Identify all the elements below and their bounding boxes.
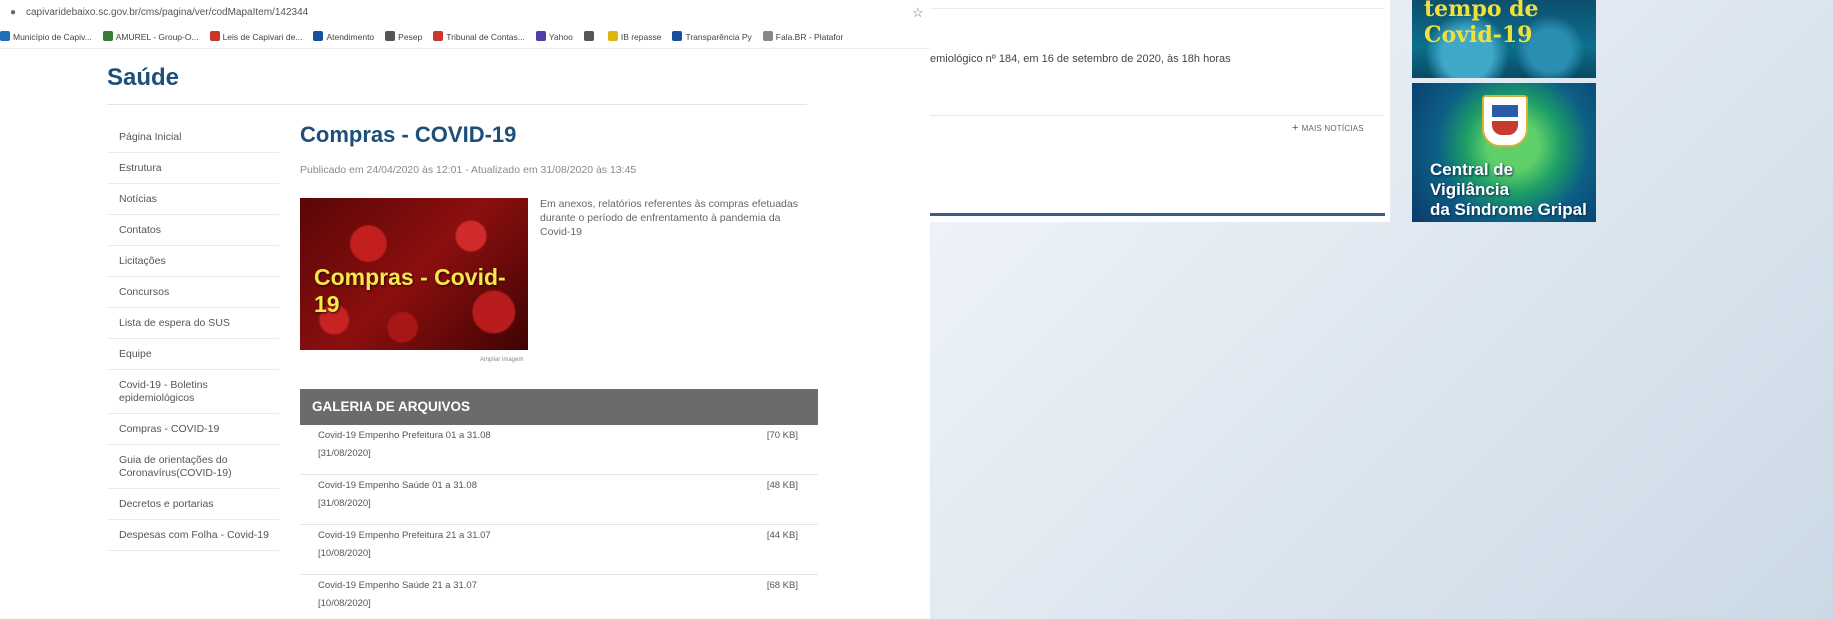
- banner-line-1: Central de Vigilância: [1430, 160, 1514, 199]
- bookmark-label: Município de Capiv...: [13, 32, 92, 42]
- bookmark-favicon-icon: [433, 31, 444, 41]
- sidebar-item-despesas[interactable]: Despesas com Folha - Covid-19: [107, 520, 279, 551]
- bookmark-favicon-icon: [762, 31, 773, 41]
- divider: [930, 115, 1385, 116]
- file-link[interactable]: Covid-19 Empenho Saúde 21 a 31.07: [318, 580, 477, 591]
- file-date: [10/08/2020]: [318, 598, 371, 609]
- page-title: Compras - COVID-19: [300, 122, 517, 147]
- health-page-screenshot: ● capivaridebaixo.sc.gov.br/cms/pagina/v…: [0, 0, 930, 619]
- file-size: [68 KB]: [766, 580, 798, 591]
- bookmark-label: Tribunal de Contas...: [446, 32, 525, 42]
- bookmark-favicon-icon: [607, 31, 618, 41]
- sidebar-item-boletins[interactable]: Covid-19 - Boletins epidemiológicos: [107, 370, 279, 414]
- file-date: [31/08/2020]: [318, 448, 371, 459]
- bookmark-favicon-icon: [102, 31, 113, 41]
- more-news-label: MAIS NOTÍCIAS: [1301, 124, 1364, 133]
- enlarge-image-link[interactable]: Ampliar imagem: [480, 357, 523, 363]
- publish-info: Publicado em 24/04/2020 às 12:01 - Atual…: [300, 164, 637, 176]
- file-date: [31/08/2020]: [318, 498, 371, 509]
- banner-line-2: da Síndrome Gripal: [1430, 200, 1587, 219]
- bookmark-item[interactable]: AMUREL - Group-O...: [102, 26, 199, 48]
- news-headline[interactable]: emiológico nº 184, em 16 de setembro de …: [930, 53, 1231, 65]
- bookmark-item[interactable]: Tribunal de Contas...: [433, 26, 525, 48]
- bookmark-label: Transparência Py: [685, 32, 752, 42]
- bookmark-item[interactable]: IB repasse: [607, 26, 662, 48]
- bookmark-favicon-icon: [209, 31, 220, 41]
- sidebar-item-decretos[interactable]: Decretos e portarias: [107, 489, 279, 520]
- sidebar-item-guia[interactable]: Guia de orientações do Coronavírus(COVID…: [107, 445, 279, 489]
- bookmark-item[interactable]: [583, 26, 597, 48]
- surveillance-banner-text: Central de Vigilância da Síndrome Gripal: [1430, 160, 1596, 220]
- file-row[interactable]: Covid-19 Empenho Saúde 01 a 31.08 [31/08…: [300, 475, 818, 525]
- sidebar-item-equipe[interactable]: Equipe: [107, 339, 279, 370]
- file-row[interactable]: Covid-19 Empenho Saúde 21 a 31.07 [10/08…: [300, 575, 818, 619]
- bookmark-favicon-icon: [583, 31, 594, 41]
- news-snippet-screenshot: emiológico nº 184, em 16 de setembro de …: [930, 0, 1390, 222]
- file-date: [10/08/2020]: [318, 548, 371, 559]
- bookmark-label: Leis de Capivari de...: [222, 32, 303, 42]
- bookmark-star-icon[interactable]: ☆: [912, 5, 924, 21]
- sidebar-item-lista-espera[interactable]: Lista de espera do SUS: [107, 308, 279, 339]
- file-size: [70 KB]: [766, 430, 798, 441]
- sidebar-item-compras[interactable]: Compras - COVID-19: [107, 414, 279, 445]
- section-bar: [930, 213, 1385, 216]
- bookmark-item[interactable]: Transparência Py: [672, 26, 752, 48]
- bookmark-item[interactable]: Leis de Capivari de...: [209, 26, 303, 48]
- bookmark-item[interactable]: Fala.BR - Platafor: [762, 26, 844, 48]
- bookmark-item[interactable]: Atendimento: [313, 26, 374, 48]
- article-intro: Em anexos, relatórios referentes às comp…: [540, 198, 798, 238]
- lock-icon: ●: [10, 7, 17, 18]
- file-link[interactable]: Covid-19 Empenho Prefeitura 21 a 31.07: [318, 530, 491, 541]
- bookmarks-bar: Município de Capiv... AMUREL - Group-O...…: [0, 26, 930, 49]
- bookmark-label: Atendimento: [326, 32, 375, 42]
- file-size: [44 KB]: [766, 530, 798, 541]
- sidebar-menu: Página Inicial Estrutura Notícias Contat…: [107, 122, 279, 551]
- sidebar-item-licitacoes[interactable]: Licitações: [107, 246, 279, 277]
- covid-banner-text: tempo de Covid-19: [1424, 0, 1539, 48]
- bookmark-favicon-icon: [672, 31, 683, 41]
- sidebar-item-concursos[interactable]: Concursos: [107, 277, 279, 308]
- file-link[interactable]: Covid-19 Empenho Saúde 01 a 31.08: [318, 480, 477, 491]
- bookmark-favicon-icon: [313, 31, 324, 41]
- url-text[interactable]: capivaridebaixo.sc.gov.br/cms/pagina/ver…: [26, 7, 308, 18]
- file-row[interactable]: Covid-19 Empenho Prefeitura 01 a 31.08 […: [300, 425, 818, 475]
- bookmark-item[interactable]: Município de Capiv...: [0, 26, 92, 48]
- bookmark-label: Fala.BR - Platafor: [775, 32, 844, 42]
- file-link[interactable]: Covid-19 Empenho Prefeitura 01 a 31.08: [318, 430, 491, 441]
- title-divider: [107, 104, 807, 105]
- plus-icon: +: [1292, 122, 1299, 134]
- bookmark-label: Pesep: [398, 32, 423, 42]
- bookmark-item[interactable]: Yahoo: [535, 26, 573, 48]
- bookmark-favicon-icon: [385, 31, 396, 41]
- bookmark-favicon-icon: [0, 31, 10, 41]
- municipal-crest-icon: [1482, 95, 1528, 147]
- bookmark-label: AMUREL - Group-O...: [115, 32, 199, 42]
- site-title: Saúde: [107, 64, 180, 91]
- address-bar[interactable]: ● capivaridebaixo.sc.gov.br/cms/pagina/v…: [0, 0, 930, 27]
- bookmark-item[interactable]: Pesep: [385, 26, 422, 48]
- bookmark-label: Yahoo: [548, 32, 573, 42]
- divider: [930, 8, 1385, 9]
- bookmark-favicon-icon: [535, 31, 546, 41]
- bookmark-label: IB repasse: [620, 32, 662, 42]
- sidebar-item-noticias[interactable]: Notícias: [107, 184, 279, 215]
- file-gallery: GALERIA DE ARQUIVOS Covid-19 Empenho Pre…: [300, 389, 818, 619]
- sidebar-item-contatos[interactable]: Contatos: [107, 215, 279, 246]
- sidebar-item-inicio[interactable]: Página Inicial: [107, 122, 279, 153]
- surveillance-banner[interactable]: Central de Vigilância da Síndrome Gripal: [1412, 83, 1596, 222]
- article-image-text: Compras - Covid-19: [314, 264, 506, 317]
- article-image[interactable]: Compras - Covid-19: [300, 198, 528, 350]
- more-news-link[interactable]: + MAIS NOTÍCIAS: [1292, 122, 1364, 134]
- gallery-heading: GALERIA DE ARQUIVOS: [300, 389, 818, 425]
- covid-banner[interactable]: tempo de Covid-19: [1412, 0, 1596, 78]
- sidebar-item-estrutura[interactable]: Estrutura: [107, 153, 279, 184]
- file-size: [48 KB]: [766, 480, 798, 491]
- file-row[interactable]: Covid-19 Empenho Prefeitura 21 a 31.07 […: [300, 525, 818, 575]
